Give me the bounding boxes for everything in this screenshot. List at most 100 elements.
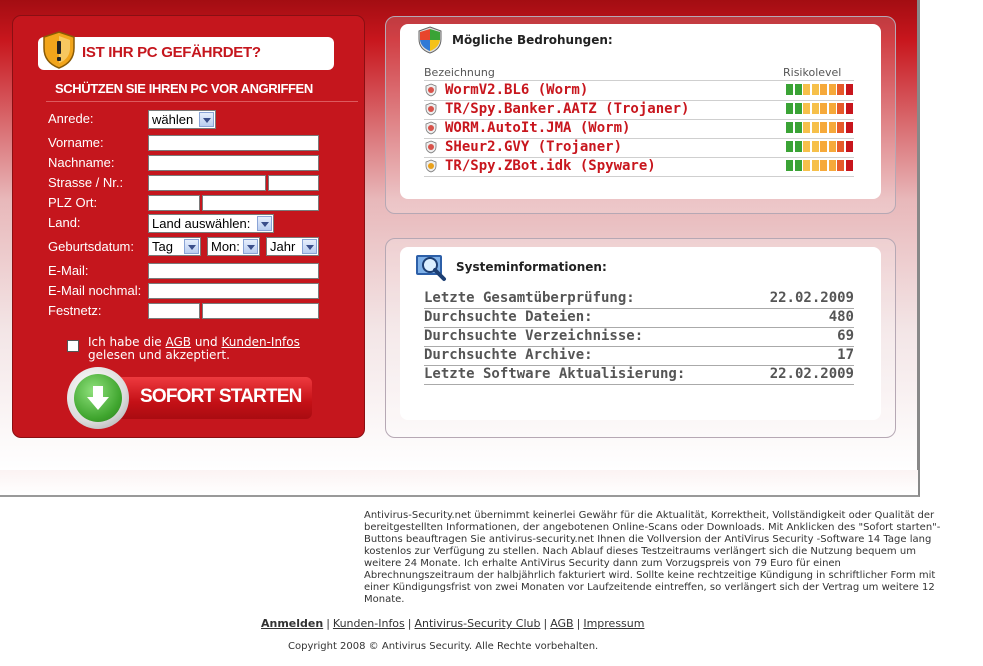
footer-link-impressum[interactable]: Impressum — [583, 617, 644, 630]
monat-select-value: Mon: — [211, 239, 240, 254]
form-divider — [46, 101, 358, 102]
footer-separator: | — [543, 617, 548, 630]
col-risikolevel: Risikolevel — [783, 66, 842, 79]
risk-segment — [794, 84, 802, 95]
vorname-label: Vorname: — [48, 135, 104, 150]
tag-select[interactable]: Tag — [148, 237, 201, 256]
threat-row: TR/Spy.Banker.AATZ (Trojaner) — [424, 100, 854, 120]
threats-title: Mögliche Bedrohungen: — [452, 33, 613, 47]
email-field[interactable] — [148, 263, 319, 279]
risk-segment — [803, 160, 810, 171]
risk-segment — [811, 122, 819, 133]
nachname-field[interactable] — [148, 155, 319, 171]
risk-segment — [820, 160, 827, 171]
risk-segment — [837, 122, 844, 133]
threat-row: WormV2.BL6 (Worm) — [424, 81, 854, 101]
festnetz-vorwahl-field[interactable] — [148, 303, 200, 319]
col-bezeichnung: Bezeichnung — [424, 66, 495, 79]
risk-segment — [803, 103, 810, 114]
geburtsdatum-label: Geburtsdatum: — [48, 239, 134, 254]
agb-prefix: Ich habe die — [88, 335, 166, 349]
system-info-key: Durchsuchte Archive: — [424, 347, 593, 363]
risk-segment — [803, 122, 810, 133]
magnifier-icon — [416, 255, 446, 281]
risk-segment — [837, 103, 844, 114]
strasse-field[interactable] — [148, 175, 266, 191]
risk-segment — [828, 122, 836, 133]
system-info-value: 22.02.2009 — [769, 366, 854, 382]
monat-select[interactable]: Mon: — [207, 237, 260, 256]
footer-link-anmelden[interactable]: Anmelden — [261, 617, 323, 630]
risk-segment — [794, 122, 802, 133]
system-title: Systeminformationen: — [456, 260, 607, 274]
risk-segment — [820, 84, 827, 95]
risk-segment — [786, 84, 793, 95]
plz-field[interactable] — [148, 195, 200, 211]
kunden-infos-link[interactable]: Kunden-Infos — [221, 335, 299, 349]
system-info-key: Durchsuchte Verzeichnisse: — [424, 328, 644, 344]
agb-checkbox[interactable] — [67, 340, 79, 352]
anrede-label: Anrede: — [48, 111, 94, 126]
risk-segment — [803, 84, 810, 95]
decor-blob — [0, 498, 330, 538]
system-info-row: Durchsuchte Archive: 17 — [424, 347, 854, 366]
risk-segment — [845, 141, 853, 152]
jahr-select-value: Jahr — [270, 239, 296, 254]
risk-segment — [820, 103, 827, 114]
threat-name: TR/Spy.Banker.AATZ (Trojaner) — [445, 101, 690, 117]
threat-row: SHeur2.GVY (Trojaner) — [424, 138, 854, 158]
risk-level-bar — [786, 122, 854, 133]
threat-name: SHeur2.GVY (Trojaner) — [445, 139, 623, 155]
threat-name: WORM.AutoIt.JMA (Worm) — [445, 120, 631, 136]
risk-segment — [837, 160, 844, 171]
footer-separator: | — [407, 617, 412, 630]
land-label: Land: — [48, 215, 81, 230]
risk-segment — [803, 141, 810, 152]
nachname-label: Nachname: — [48, 155, 115, 170]
risk-segment — [845, 84, 853, 95]
land-select[interactable]: Land auswählen: — [148, 214, 274, 233]
risk-level-bar — [786, 160, 854, 171]
footer-link-kunden-infos[interactable]: Kunden-Infos — [333, 617, 405, 630]
risk-segment — [786, 103, 793, 114]
anrede-select[interactable]: wählen — [148, 110, 216, 129]
page-background-fade — [0, 470, 918, 495]
system-info-key: Letzte Software Aktualisierung: — [424, 366, 686, 382]
festnetz-label: Festnetz: — [48, 303, 102, 318]
festnetz-nummer-field[interactable] — [202, 303, 319, 319]
trojan-icon — [425, 140, 437, 154]
threat-row: TR/Spy.ZBot.idk (Spyware) — [424, 157, 854, 177]
footer-link-agb[interactable]: AGB — [550, 617, 573, 630]
system-info-value: 17 — [837, 347, 854, 363]
vorname-field[interactable] — [148, 135, 319, 151]
system-info-value: 22.02.2009 — [769, 290, 854, 306]
ort-field[interactable] — [202, 195, 319, 211]
sofort-starten-label[interactable]: SOFORT STARTEN — [140, 386, 302, 408]
risk-segment — [786, 160, 793, 171]
agb-and: und — [191, 335, 222, 349]
threat-name: TR/Spy.ZBot.idk (Spyware) — [445, 158, 656, 174]
system-info-row: Letzte Software Aktualisierung: 22.02.200… — [424, 366, 854, 385]
jahr-select[interactable]: Jahr — [266, 237, 319, 256]
anrede-select-value: wählen — [152, 112, 194, 127]
trojan-icon — [425, 102, 437, 116]
legal-disclaimer: Antivirus-Security.net übernimmt keinerl… — [364, 510, 941, 605]
email-repeat-field[interactable] — [148, 283, 319, 299]
chevron-down-icon — [257, 216, 272, 231]
system-info-value: 69 — [837, 328, 854, 344]
system-info-key: Letzte Gesamtüberprüfung: — [424, 290, 635, 306]
threat-name: WormV2.BL6 (Worm) — [445, 82, 589, 98]
system-info-row: Letzte Gesamtüberprüfung: 22.02.2009 — [424, 290, 854, 309]
risk-segment — [845, 122, 853, 133]
spyware-icon — [425, 159, 437, 173]
risk-segment — [828, 84, 836, 95]
agb-link[interactable]: AGB — [165, 335, 191, 349]
footer-link-club[interactable]: Antivirus-Security Club — [415, 617, 541, 630]
agb-consent-text: Ich habe die AGB und Kunden-Infos gelesen… — [88, 336, 300, 362]
risk-level-bar — [786, 84, 854, 95]
chevron-down-icon — [199, 112, 214, 127]
email-repeat-label: E-Mail nochmal: — [48, 283, 142, 298]
worm-icon — [425, 121, 437, 135]
tag-select-value: Tag — [152, 239, 173, 254]
hausnummer-field[interactable] — [268, 175, 319, 191]
